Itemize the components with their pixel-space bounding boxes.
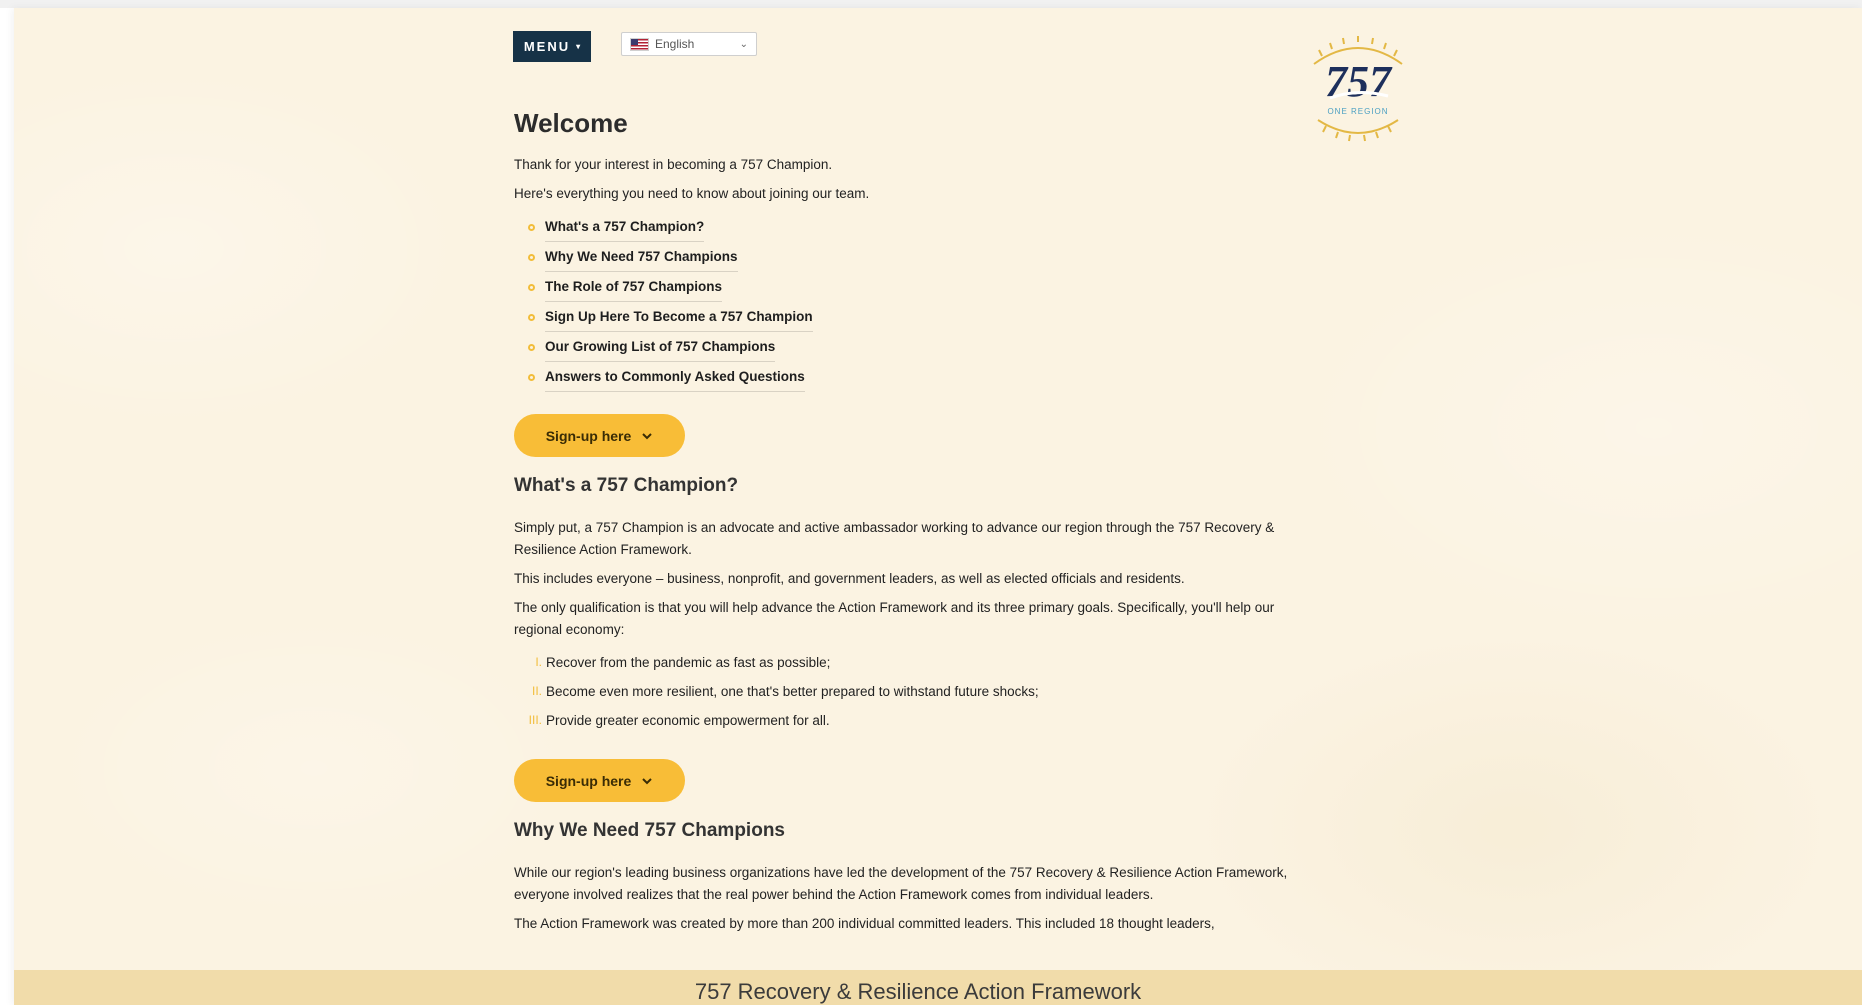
- signup-button-label: Sign-up here: [545, 427, 632, 444]
- 757-one-region-logo[interactable]: 757 ONE REGION: [1304, 34, 1412, 142]
- toc-link-why-we-need[interactable]: Why We Need 757 Champions: [545, 242, 738, 272]
- toc-item: Our Growing List of 757 Champions: [528, 332, 1294, 362]
- toc-link-whats-a-champion[interactable]: What's a 757 Champion?: [545, 212, 705, 242]
- table-of-contents: What's a 757 Champion? Why We Need 757 C…: [514, 212, 1294, 392]
- goal-number: II.: [531, 684, 542, 698]
- goal-item: III. Provide greater economic empowermen…: [524, 706, 1294, 735]
- chevron-down-icon: [642, 777, 652, 784]
- goal-text: Become even more resilient, one that's b…: [546, 684, 1039, 699]
- menu-button[interactable]: MENU ▾: [513, 31, 591, 62]
- intro-text-1: Thank for your interest in becoming a 75…: [514, 157, 833, 172]
- section-heading-why-we-need: Why We Need 757 Champions: [514, 820, 785, 841]
- bullet-icon: [528, 253, 535, 261]
- browser-top-edge: [0, 0, 1862, 8]
- bullet-icon: [528, 373, 535, 381]
- bullet-icon: [528, 223, 535, 231]
- language-label: English: [655, 37, 695, 51]
- goal-text: Recover from the pandemic as fast as pos…: [546, 655, 831, 670]
- goal-item: I. Recover from the pandemic as fast as …: [524, 648, 1294, 677]
- menu-label: MENU: [523, 39, 571, 54]
- main-content: Welcome Thank for your interest in becom…: [514, 106, 1294, 935]
- signup-button[interactable]: Sign-up here: [514, 414, 685, 457]
- toc-link-faq[interactable]: Answers to Commonly Asked Questions: [545, 362, 805, 392]
- toc-link-role[interactable]: The Role of 757 Champions: [545, 272, 723, 302]
- logo-tagline: ONE REGION: [1327, 107, 1388, 116]
- section1-paragraph-1: Simply put, a 757 Champion is an advocat…: [514, 520, 1275, 557]
- bullet-icon: [528, 283, 535, 291]
- section1-paragraph-2: This includes everyone – business, nonpr…: [514, 571, 1185, 586]
- toc-link-sign-up[interactable]: Sign Up Here To Become a 757 Champion: [545, 302, 813, 332]
- toc-item: Answers to Commonly Asked Questions: [528, 362, 1294, 392]
- goal-item: II. Become even more resilient, one that…: [524, 677, 1294, 706]
- section-heading-whats-a-champion: What's a 757 Champion?: [514, 475, 739, 496]
- toc-item: The Role of 757 Champions: [528, 272, 1294, 302]
- goal-text: Provide greater economic empowerment for…: [546, 713, 830, 728]
- chevron-down-icon: [642, 432, 652, 439]
- logo-numerals: 757: [1325, 57, 1393, 106]
- footer-bar: 757 Recovery & Resilience Action Framewo…: [14, 970, 1862, 1005]
- toc-item: Sign Up Here To Become a 757 Champion: [528, 302, 1294, 332]
- chevron-down-icon: ⌄: [739, 38, 748, 50]
- intro-text-2: Here's everything you need to know about…: [514, 186, 870, 201]
- caret-down-icon: ▾: [576, 42, 581, 51]
- goal-number: III.: [528, 713, 542, 727]
- language-select[interactable]: English ⌄: [621, 32, 757, 56]
- section2-paragraph-1: While our region's leading business orga…: [514, 865, 1288, 902]
- laurel-bottom-icon: [1317, 119, 1399, 142]
- toc-item: Why We Need 757 Champions: [528, 242, 1294, 272]
- section2-paragraph-2: The Action Framework was created by more…: [514, 916, 1215, 931]
- bullet-icon: [528, 313, 535, 321]
- page-title: Welcome: [514, 108, 628, 138]
- toc-link-champions-list[interactable]: Our Growing List of 757 Champions: [545, 332, 776, 362]
- signup-button-label: Sign-up here: [545, 772, 632, 789]
- footer-title: 757 Recovery & Resilience Action Framewo…: [694, 978, 1142, 1004]
- goals-list: I. Recover from the pandemic as fast as …: [514, 648, 1294, 735]
- section1-paragraph-3: The only qualification is that you will …: [514, 600, 1275, 637]
- bullet-icon: [528, 343, 535, 351]
- goal-number: I.: [535, 655, 542, 669]
- toc-item: What's a 757 Champion?: [528, 212, 1294, 242]
- page: MENU ▾ English ⌄ 757 ONE REGION Welcome …: [14, 8, 1862, 1005]
- us-flag-icon: [630, 37, 649, 51]
- signup-button[interactable]: Sign-up here: [514, 759, 685, 802]
